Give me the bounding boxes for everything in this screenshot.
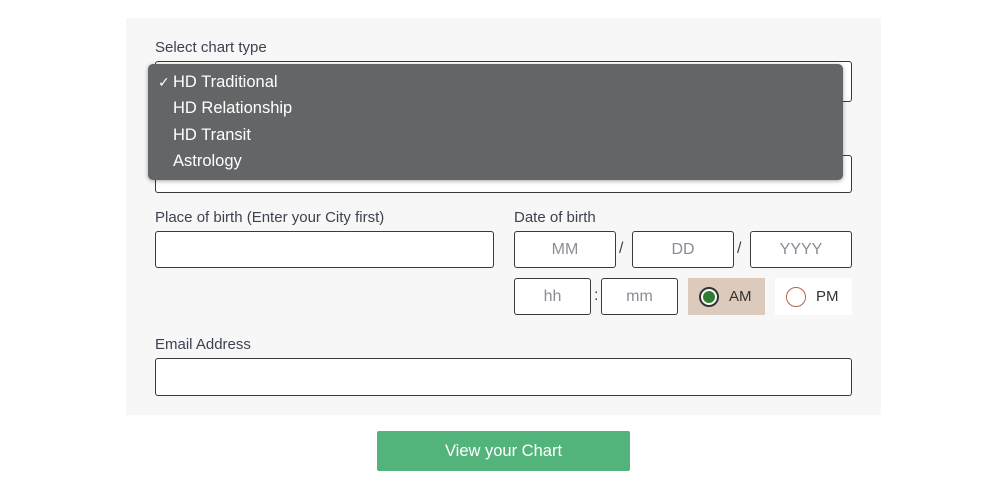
birth-month-input[interactable]: MM: [514, 231, 616, 268]
option-label: HD Transit: [173, 125, 251, 144]
email-input[interactable]: [155, 358, 852, 396]
pm-option[interactable]: PM: [775, 278, 852, 315]
option-label: HD Relationship: [173, 99, 293, 118]
email-label: Email Address: [155, 336, 251, 353]
am-label: AM: [729, 288, 752, 305]
time-separator: :: [594, 287, 599, 304]
birth-year-input[interactable]: YYYY: [750, 231, 852, 268]
option-label: HD Traditional: [173, 73, 278, 91]
dropdown-option-astrology[interactable]: Astrology: [148, 148, 843, 174]
am-radio-selected[interactable]: [699, 286, 719, 307]
dropdown-option-hd-transit[interactable]: HD Transit: [148, 122, 843, 148]
birth-minute-input[interactable]: mm: [601, 278, 678, 315]
chart-type-label: Select chart type: [155, 39, 267, 56]
date-separator: /: [619, 240, 624, 257]
birth-hour-input[interactable]: hh: [514, 278, 591, 315]
birth-day-input[interactable]: DD: [632, 231, 734, 268]
place-of-birth-input[interactable]: [155, 231, 494, 268]
checkmark-icon: ✓: [158, 74, 170, 90]
pm-radio[interactable]: [786, 286, 806, 307]
dropdown-option-hd-traditional[interactable]: ✓ HD Traditional: [148, 69, 843, 95]
pm-label: PM: [816, 288, 839, 305]
dropdown-option-hd-relationship[interactable]: HD Relationship: [148, 95, 843, 121]
date-separator: /: [737, 240, 742, 257]
chart-type-dropdown-menu: ✓ HD Traditional HD Relationship HD Tran…: [148, 64, 843, 180]
view-chart-button[interactable]: View your Chart: [377, 431, 630, 471]
place-of-birth-label: Place of birth (Enter your City first): [155, 209, 385, 226]
am-option[interactable]: AM: [688, 278, 765, 315]
option-label: Astrology: [173, 151, 242, 170]
date-of-birth-label: Date of birth: [514, 209, 596, 226]
